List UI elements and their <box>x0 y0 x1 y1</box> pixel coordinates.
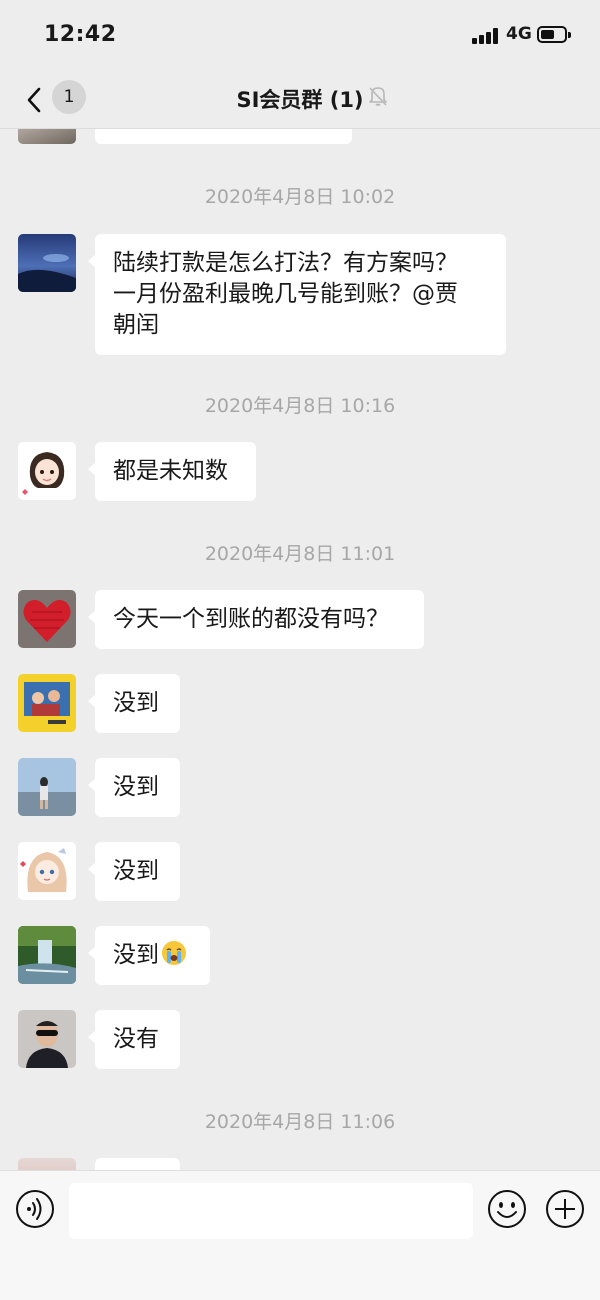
message-bubble[interactable] <box>95 1158 180 1170</box>
crying-face-emoji <box>162 941 186 965</box>
chat-area[interactable]: 2020年4月8日 10:02 陆续打款是怎么打法？有方案吗？ 一月份盈利最晚几… <box>0 70 600 1170</box>
message-text: 一月份盈利最晚几号能到账？@贾 <box>113 281 458 307</box>
avatar[interactable] <box>18 442 76 500</box>
message-text: 朝闰 <box>113 312 159 338</box>
avatar[interactable] <box>18 1010 76 1068</box>
timestamp: 2020年4月8日 11:01 <box>204 543 396 565</box>
message-text: 没到 <box>113 690 159 716</box>
message-bubble[interactable]: 没到 <box>88 674 180 733</box>
plus-icon[interactable] <box>545 1189 585 1229</box>
avatar[interactable] <box>18 758 76 816</box>
message-bubble[interactable]: 陆续打款是怎么打法？有方案吗？ 一月份盈利最晚几号能到账？@贾 朝闰 <box>88 234 506 355</box>
message-bubble[interactable]: 没到 <box>88 842 180 901</box>
message-bubble[interactable]: 今天一个到账的都没有吗？ <box>88 590 424 649</box>
message-text: 没到 <box>113 774 159 800</box>
message-input[interactable] <box>69 1183 473 1239</box>
nav-bar: 1 SI会员群 (1) <box>0 70 600 129</box>
chat-title: SI会员群 (1) <box>236 88 364 112</box>
message-text: 今天一个到账的都没有吗？ <box>113 606 389 632</box>
message-text: 没到 <box>113 942 159 968</box>
timestamp: 2020年4月8日 10:02 <box>204 186 396 208</box>
voice-icon[interactable] <box>15 1189 55 1229</box>
signal-icon <box>472 28 500 44</box>
message-text: 没到 <box>113 858 159 884</box>
status-time: 12:42 <box>44 22 117 47</box>
timestamp: 2020年4月8日 11:06 <box>204 1111 396 1133</box>
timestamp: 2020年4月8日 10:16 <box>204 395 396 417</box>
message-text: 没有 <box>113 1026 159 1052</box>
message-bubble[interactable]: 没到 <box>88 758 180 817</box>
avatar[interactable] <box>18 234 76 292</box>
message-text: 陆续打款是怎么打法？有方案吗？ <box>113 250 458 276</box>
message-bubble[interactable]: 没有 <box>88 1010 180 1069</box>
avatar[interactable] <box>18 674 76 732</box>
network-label: 4G <box>506 24 532 44</box>
battery-icon <box>537 26 571 43</box>
avatar[interactable] <box>18 842 76 900</box>
smiley-icon[interactable] <box>487 1189 527 1229</box>
avatar[interactable] <box>18 926 76 984</box>
message-text: 都是未知数 <box>113 458 228 484</box>
bell-off-icon <box>369 87 387 106</box>
input-bar <box>0 1170 600 1300</box>
avatar[interactable] <box>18 590 76 648</box>
avatar[interactable] <box>18 1158 76 1170</box>
message-bubble[interactable]: 都是未知数 <box>88 442 256 501</box>
message-bubble[interactable]: 没到 <box>88 926 210 985</box>
status-bar: 12:42 4G <box>0 0 600 70</box>
